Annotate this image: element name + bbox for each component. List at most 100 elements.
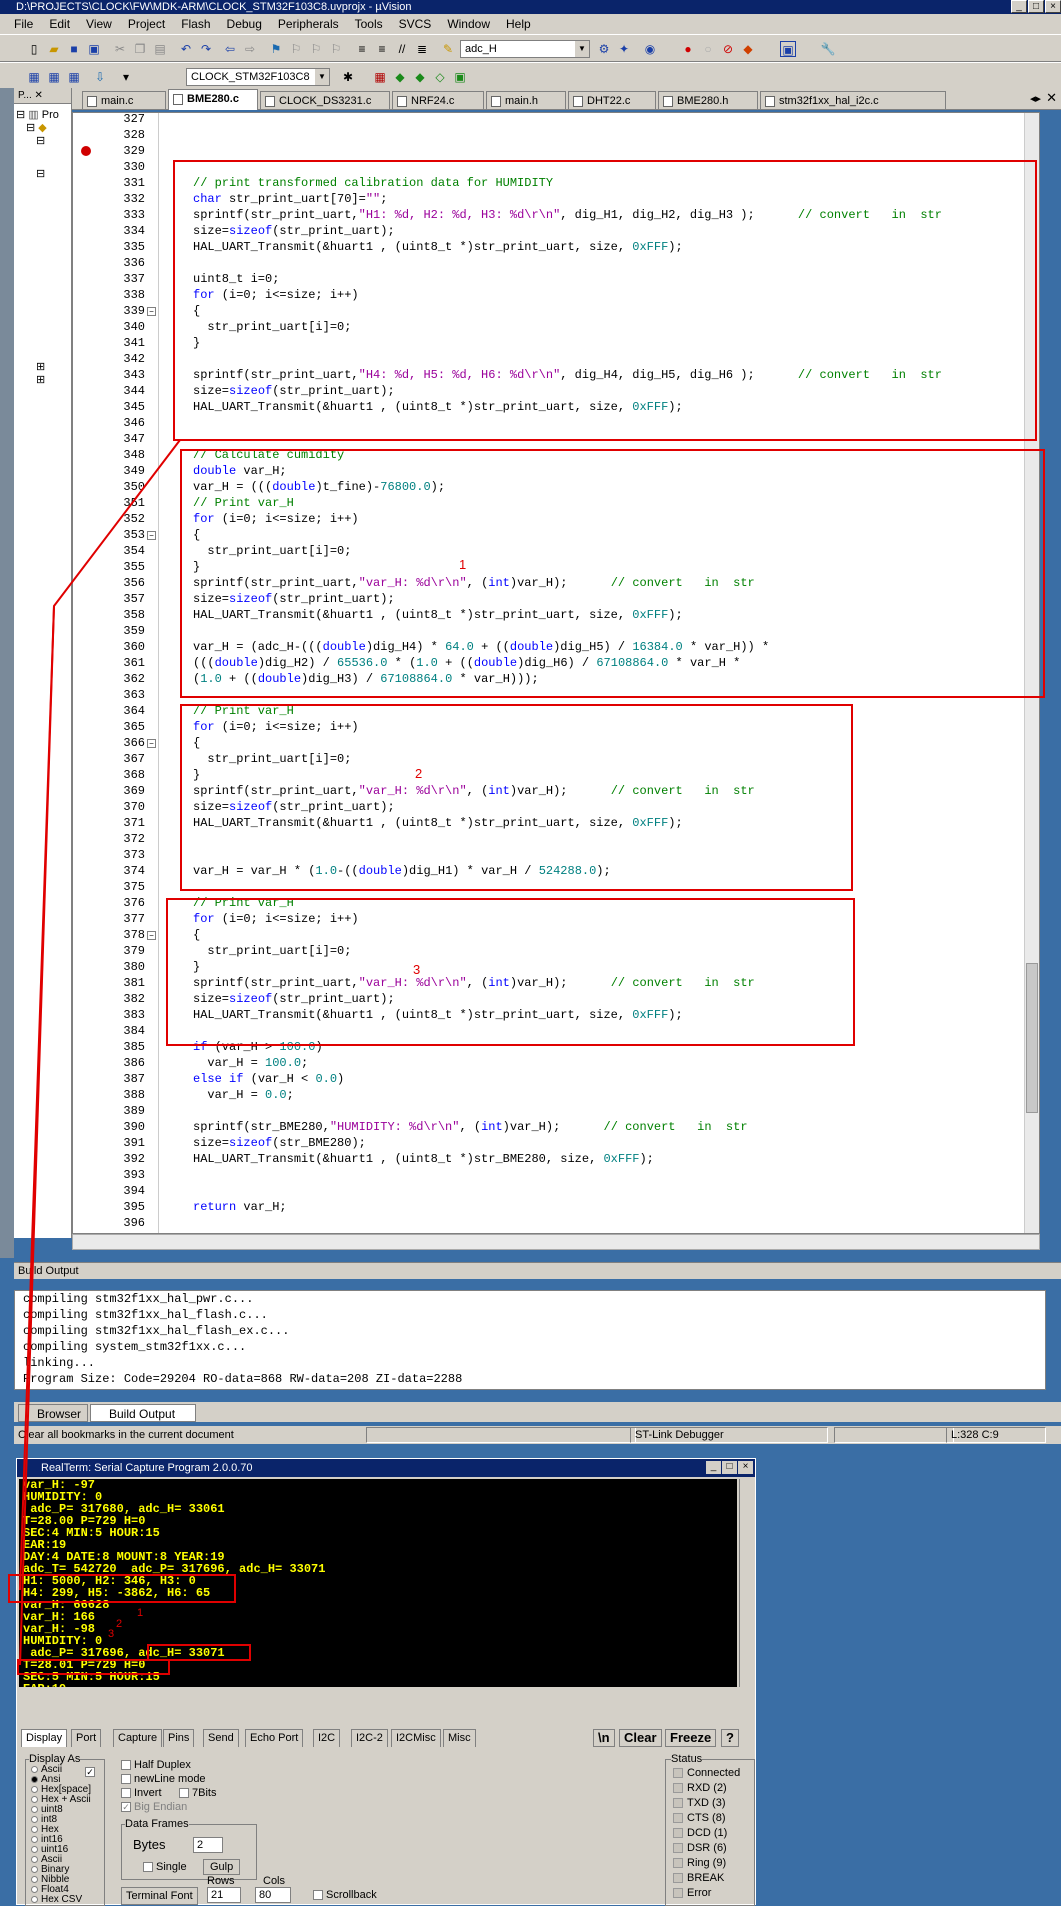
option-checkbox[interactable]: Invert [121, 1787, 162, 1799]
tab-nrf24-c[interactable]: NRF24.c [392, 91, 484, 110]
uncomment-icon[interactable]: ≣ [414, 41, 430, 57]
menu-tools[interactable]: Tools [347, 17, 391, 31]
download-icon[interactable]: ⇩ [92, 69, 108, 85]
chevron-down-icon[interactable]: ▼ [315, 69, 329, 85]
display-as-checkbox[interactable]: ✓ [85, 1767, 95, 1777]
tree-target[interactable]: ⊟ ◆ [16, 121, 69, 134]
close-tab-icon[interactable]: ✕ [1046, 90, 1057, 106]
newline-button[interactable]: \n [593, 1729, 615, 1747]
fold-toggle-icon[interactable]: − [147, 531, 156, 540]
copy-icon[interactable]: ❐ [132, 41, 148, 57]
menu-help[interactable]: Help [498, 17, 539, 31]
tabs-scroll-icon[interactable]: ◂▸ [1030, 92, 1041, 105]
menu-svcs[interactable]: SVCS [391, 17, 440, 31]
option-checkbox[interactable]: ✓ Big Endian [121, 1801, 187, 1813]
terminal-font-button[interactable]: Terminal Font [121, 1887, 198, 1905]
tab-i2cmisc[interactable]: I2CMisc [391, 1729, 441, 1747]
translate-icon[interactable]: ▦ [26, 69, 42, 85]
tab-bme280-c[interactable]: BME280.c [168, 89, 258, 110]
bookmark-icon[interactable]: ⚑ [268, 41, 284, 57]
gulp-button[interactable]: Gulp [203, 1859, 241, 1875]
tree-root[interactable]: ⊟ ▥ Pro [16, 108, 69, 121]
clear-button[interactable]: Clear [619, 1729, 662, 1747]
close-icon[interactable]: × [738, 1461, 753, 1474]
cols-input[interactable]: 80 [255, 1887, 291, 1903]
help-button[interactable]: ? [721, 1729, 739, 1747]
fold-toggle-icon[interactable]: − [147, 739, 156, 748]
fold-toggle-icon[interactable]: − [147, 307, 156, 316]
menu-peripherals[interactable]: Peripherals [270, 17, 347, 31]
menu-project[interactable]: Project [120, 17, 173, 31]
code-line[interactable]: var_H = 100.0; [193, 1055, 308, 1071]
option-checkbox[interactable]: 7Bits [179, 1787, 216, 1799]
nav-forward-icon[interactable]: ⇨ [242, 41, 258, 57]
scrollback-checkbox[interactable]: Scrollback [313, 1889, 377, 1901]
tab-display[interactable]: Display [21, 1729, 68, 1747]
clear-bookmarks-icon[interactable]: ⚐ [328, 41, 344, 57]
chevron-down-icon[interactable]: ▼ [575, 41, 589, 57]
tab-stm32f1xx-hal-i2c-c[interactable]: stm32f1xx_hal_i2c.c [760, 91, 946, 110]
target-options-icon[interactable]: ✱ [340, 69, 356, 85]
pack-installer-icon[interactable]: ▣ [452, 69, 468, 85]
batch-build-icon[interactable]: ▾ [118, 69, 134, 85]
comment-icon[interactable]: // [394, 41, 410, 57]
tab-send[interactable]: Send [203, 1729, 239, 1747]
new-file-icon[interactable]: ▯ [26, 41, 42, 57]
tab-echo-port[interactable]: Echo Port [245, 1729, 304, 1747]
menu-flash[interactable]: Flash [173, 17, 218, 31]
breakpoint-icon[interactable]: ● [680, 41, 696, 57]
tab-clock-ds3231-c[interactable]: CLOCK_DS3231.c [260, 91, 390, 110]
open-folder-icon[interactable]: ▰ [46, 41, 62, 57]
unindent-icon[interactable]: ≡ [374, 41, 390, 57]
tree-group[interactable]: ⊞ [16, 373, 69, 386]
select-packs-icon[interactable]: ◇ [432, 69, 448, 85]
rows-input[interactable]: 21 [207, 1887, 241, 1903]
tree-group[interactable]: ⊞ [16, 360, 69, 373]
next-bookmark-icon[interactable]: ⚐ [308, 41, 324, 57]
bytes-input[interactable]: 2 [193, 1837, 223, 1853]
menu-view[interactable]: View [78, 17, 120, 31]
tab-port[interactable]: Port [71, 1729, 102, 1747]
manage-components-icon[interactable]: ▦ [372, 69, 388, 85]
tools-icon[interactable]: 🔧 [820, 41, 836, 57]
option-checkbox[interactable]: Half Duplex [121, 1759, 191, 1771]
fold-toggle-icon[interactable]: − [147, 931, 156, 940]
display-option-radio[interactable]: Hex CSV [31, 1895, 82, 1905]
terminal-scrollbar[interactable] [739, 1479, 753, 1687]
build-icon[interactable]: ▦ [46, 69, 62, 85]
indent-icon[interactable]: ≡ [354, 41, 370, 57]
option-checkbox[interactable]: newLine mode [121, 1773, 206, 1785]
tab-capture[interactable]: Capture [113, 1729, 163, 1747]
code-line[interactable]: sprintf(str_BME280,"HUMIDITY: %d\r\n", (… [193, 1119, 748, 1135]
scroll-thumb[interactable] [1026, 963, 1038, 1113]
menu-window[interactable]: Window [439, 17, 498, 31]
freeze-button[interactable]: Freeze [665, 1729, 717, 1747]
find-combo[interactable]: adc_H ▼ [460, 40, 590, 58]
minimize-icon[interactable]: _ [706, 1461, 721, 1474]
menu-edit[interactable]: Edit [41, 17, 78, 31]
tree-group[interactable]: ⊟ [16, 134, 69, 147]
single-checkbox[interactable]: Single [143, 1861, 187, 1873]
zoom-icon[interactable]: ◉ [642, 41, 658, 57]
prev-bookmark-icon[interactable]: ⚐ [288, 41, 304, 57]
save-icon[interactable]: ■ [66, 41, 82, 57]
breakpoint-marker-icon[interactable] [81, 146, 91, 156]
project-tree[interactable]: ⊟ ▥ Pro ⊟ ◆ ⊟ ⊟ ⊞ ⊞ [14, 104, 71, 390]
tab-bme280-h[interactable]: BME280.h [658, 91, 758, 110]
tab-pins[interactable]: Pins [163, 1729, 195, 1747]
save-all-icon[interactable]: ▣ [86, 41, 102, 57]
tab-browser[interactable]: Browser [18, 1404, 88, 1422]
debug-find-icon[interactable]: ✦ [616, 41, 632, 57]
menu-debug[interactable]: Debug [219, 17, 270, 31]
rte-icon[interactable]: ◆ [392, 69, 408, 85]
disable-breakpoint-icon[interactable]: ○ [700, 41, 716, 57]
menu-file[interactable]: File [6, 17, 41, 31]
undo-icon[interactable]: ↶ [178, 41, 194, 57]
kill-breakpoints-icon[interactable]: ⊘ [720, 41, 736, 57]
minimize-icon[interactable]: _ [1011, 0, 1027, 13]
cut-icon[interactable]: ✂ [112, 41, 128, 57]
redo-icon[interactable]: ↷ [198, 41, 214, 57]
target-combo[interactable]: CLOCK_STM32F103C8 ▼ [186, 68, 330, 86]
tab-i2c-2[interactable]: I2C-2 [351, 1729, 388, 1747]
code-line[interactable]: var_H = 0.0; [193, 1087, 293, 1103]
